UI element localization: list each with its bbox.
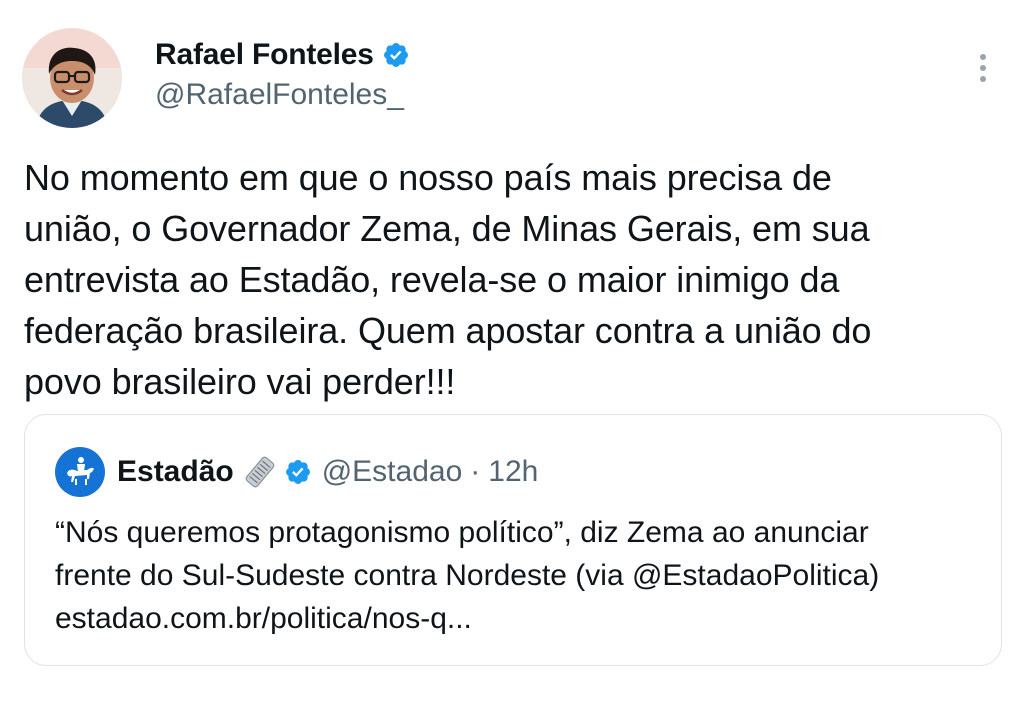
quoted-tweet-card[interactable]: Estadão @Estadao · 12h “Nós queremos pro… <box>24 414 1002 666</box>
quoted-tweet-header: Estadão @Estadao · 12h <box>55 447 538 497</box>
separator-dot: · <box>470 455 481 488</box>
more-options-button[interactable] <box>970 48 996 88</box>
quoted-tweet-timestamp[interactable]: 12h <box>488 455 538 489</box>
author-name[interactable]: Rafael Fonteles <box>155 38 374 72</box>
quoted-author-name[interactable]: Estadão <box>117 455 234 489</box>
horse-rider-logo-icon <box>67 457 94 485</box>
quoted-tweet-text: “Nós queremos protagonismo político”, di… <box>55 516 880 592</box>
tweet-text: No momento em que o nosso país mais prec… <box>24 157 872 402</box>
tweet: Rafael Fonteles @RafaelFonteles_ No mome… <box>0 0 1015 723</box>
rolled-newspaper-icon <box>245 456 275 488</box>
author-avatar[interactable] <box>22 28 122 128</box>
person-avatar-icon <box>22 28 122 128</box>
quoted-tweet-body: “Nós queremos protagonismo político”, di… <box>55 511 985 640</box>
verified-badge-icon <box>285 460 310 484</box>
more-vertical-icon <box>980 54 986 60</box>
quoted-author-avatar[interactable] <box>55 447 105 497</box>
quoted-author-handle[interactable]: @Estadao <box>322 455 463 489</box>
author-handle[interactable]: @RafaelFonteles_ <box>155 78 404 112</box>
verified-badge-icon <box>383 43 408 67</box>
author-name-row: Rafael Fonteles <box>155 38 410 72</box>
quoted-tweet-link[interactable]: estadao.com.br/politica/nos-q... <box>55 602 472 635</box>
